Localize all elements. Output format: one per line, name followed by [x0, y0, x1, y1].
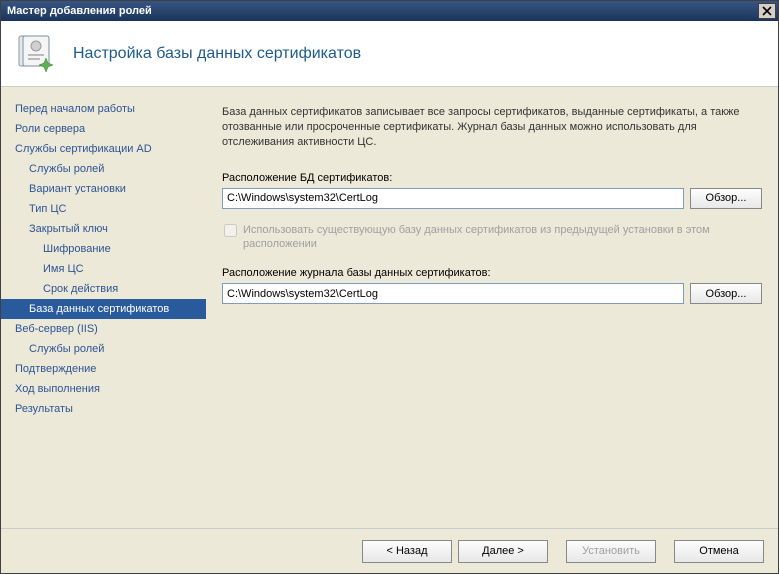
wizard-icon: [13, 32, 57, 76]
log-location-row: Обзор...: [222, 283, 762, 304]
back-button[interactable]: < Назад: [362, 540, 452, 563]
sidebar-item-progress[interactable]: Ход выполнения: [1, 379, 206, 399]
log-location-input[interactable]: [222, 283, 684, 304]
close-button[interactable]: [758, 3, 776, 19]
use-existing-checkbox: [224, 224, 237, 237]
sidebar-item-ca-name[interactable]: Имя ЦС: [1, 259, 206, 279]
db-location-row: Обзор...: [222, 188, 762, 209]
sidebar-item-validity[interactable]: Срок действия: [1, 279, 206, 299]
cancel-button[interactable]: Отмена: [674, 540, 764, 563]
install-button: Установить: [566, 540, 656, 563]
log-location-label: Расположение журнала базы данных сертифи…: [222, 267, 762, 279]
browse-log-button[interactable]: Обзор...: [690, 283, 762, 304]
wizard-window: Мастер добавления ролей Настройка базы д…: [0, 0, 779, 574]
titlebar: Мастер добавления ролей: [1, 1, 778, 21]
header: Настройка базы данных сертификатов: [1, 21, 778, 87]
sidebar-item-role-services[interactable]: Службы ролей: [1, 159, 206, 179]
sidebar-item-web-role-services[interactable]: Службы ролей: [1, 339, 206, 359]
page-title: Настройка базы данных сертификатов: [73, 45, 361, 63]
sidebar-item-adcs[interactable]: Службы сертификации AD: [1, 139, 206, 159]
description-text: База данных сертификатов записывает все …: [222, 105, 762, 150]
use-existing-row: Использовать существующую базу данных се…: [222, 223, 762, 252]
sidebar-item-setup-type[interactable]: Вариант установки: [1, 179, 206, 199]
sidebar-item-web-server[interactable]: Веб-сервер (IIS): [1, 319, 206, 339]
browse-db-button[interactable]: Обзор...: [690, 188, 762, 209]
sidebar-item-before-start[interactable]: Перед началом работы: [1, 99, 206, 119]
sidebar-item-server-roles[interactable]: Роли сервера: [1, 119, 206, 139]
sidebar-item-private-key[interactable]: Закрытый ключ: [1, 219, 206, 239]
sidebar-item-results[interactable]: Результаты: [1, 399, 206, 419]
sidebar: Перед началом работы Роли сервера Службы…: [1, 87, 206, 528]
content: База данных сертификатов записывает все …: [206, 87, 778, 528]
sidebar-item-cert-db[interactable]: База данных сертификатов: [1, 299, 206, 319]
use-existing-label: Использовать существующую базу данных се…: [243, 223, 762, 252]
db-location-input[interactable]: [222, 188, 684, 209]
sidebar-item-confirmation[interactable]: Подтверждение: [1, 359, 206, 379]
sidebar-item-ca-type[interactable]: Тип ЦС: [1, 199, 206, 219]
titlebar-title: Мастер добавления ролей: [7, 5, 758, 17]
db-location-label: Расположение БД сертификатов:: [222, 172, 762, 184]
close-icon: [762, 6, 772, 16]
body: Перед началом работы Роли сервера Службы…: [1, 87, 778, 528]
sidebar-item-cryptography[interactable]: Шифрование: [1, 239, 206, 259]
next-button[interactable]: Далее >: [458, 540, 548, 563]
footer: < Назад Далее > Установить Отмена: [1, 528, 778, 573]
